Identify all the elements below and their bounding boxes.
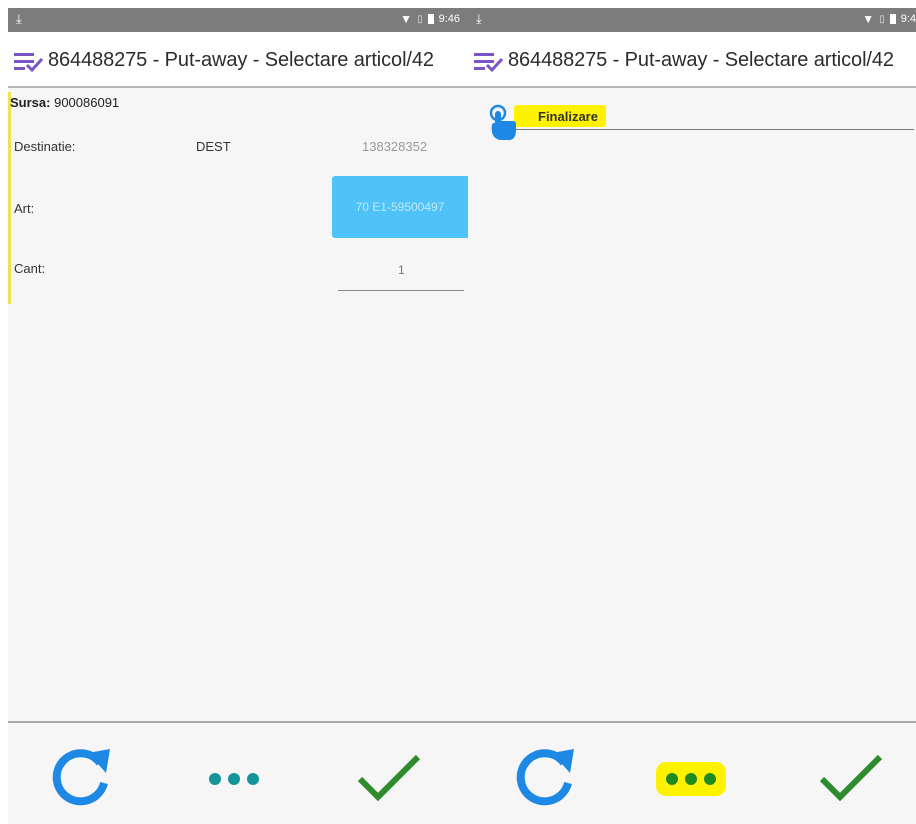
page-title: 864488275 - Put-away - Selectare articol… xyxy=(508,49,894,71)
finalizare-label: Finalizare xyxy=(514,105,606,127)
status-indicators: ▼ ▯ 9:46 xyxy=(400,12,460,26)
download-arrow-icon: ⤓ xyxy=(16,11,22,26)
more-dots-icon[interactable] xyxy=(204,771,264,787)
destinatie-dest: DEST xyxy=(196,139,231,154)
status-time: 9:4 xyxy=(900,13,916,25)
battery-icon xyxy=(889,14,896,24)
touch-hand-icon xyxy=(489,104,516,140)
dot xyxy=(228,773,240,785)
dot xyxy=(704,773,716,785)
battery-icon xyxy=(427,14,434,24)
dot xyxy=(666,773,678,785)
checkmark-icon[interactable] xyxy=(818,753,884,803)
list-check-icon[interactable] xyxy=(13,51,45,73)
status-time: 9:46 xyxy=(438,13,460,25)
status-indicators: ▼ ▯ 9:4 xyxy=(862,12,916,26)
app-header: 864488275 - Put-away - Selectare articol… xyxy=(468,32,916,88)
refresh-icon[interactable] xyxy=(514,745,578,807)
sim-icon: ▯ xyxy=(417,13,423,25)
dot xyxy=(685,773,697,785)
right-screen: ⤓ ▼ ▯ 9:4 864488275 - Put-away - Selecta… xyxy=(468,8,916,824)
cant-label: Cant: xyxy=(14,261,46,276)
refresh-icon[interactable] xyxy=(50,745,114,807)
accent-bar xyxy=(8,92,11,304)
checkmark-icon[interactable] xyxy=(356,753,422,803)
finalizare-item[interactable]: Finalizare xyxy=(486,104,916,142)
art-label: Art: xyxy=(14,201,35,216)
art-button[interactable]: 70 E1-59500497 xyxy=(332,176,468,238)
sursa-label: Sursa: xyxy=(10,95,51,110)
finalizare-underline xyxy=(514,129,914,130)
dot xyxy=(209,773,221,785)
sursa-line: Sursa: 900086091 xyxy=(10,95,119,110)
wifi-icon: ▼ xyxy=(862,12,875,26)
cant-input[interactable]: 1 xyxy=(398,263,405,277)
more-dots-icon[interactable] xyxy=(661,771,721,787)
bottom-toolbar xyxy=(468,723,916,824)
page-title: 864488275 - Put-away - Selectare articol… xyxy=(48,49,434,71)
app-header: 864488275 - Put-away - Selectare articol… xyxy=(8,32,468,88)
status-bar: ⤓ ▼ ▯ 9:46 xyxy=(8,8,468,32)
destinatie-value: 138328352 xyxy=(362,139,428,154)
wifi-icon: ▼ xyxy=(400,12,413,26)
destinatie-label: Destinatie: xyxy=(14,139,76,154)
sursa-value: 900086091 xyxy=(54,95,120,110)
sim-icon: ▯ xyxy=(879,13,885,25)
cant-underline xyxy=(338,290,464,291)
status-bar: ⤓ ▼ ▯ 9:4 xyxy=(468,8,916,32)
left-screen: ⤓ ▼ ▯ 9:46 864488275 - Put-away - Select… xyxy=(8,8,468,824)
dot xyxy=(247,773,259,785)
download-arrow-icon: ⤓ xyxy=(476,11,482,26)
bottom-toolbar xyxy=(8,723,468,824)
list-check-icon[interactable] xyxy=(473,51,505,73)
